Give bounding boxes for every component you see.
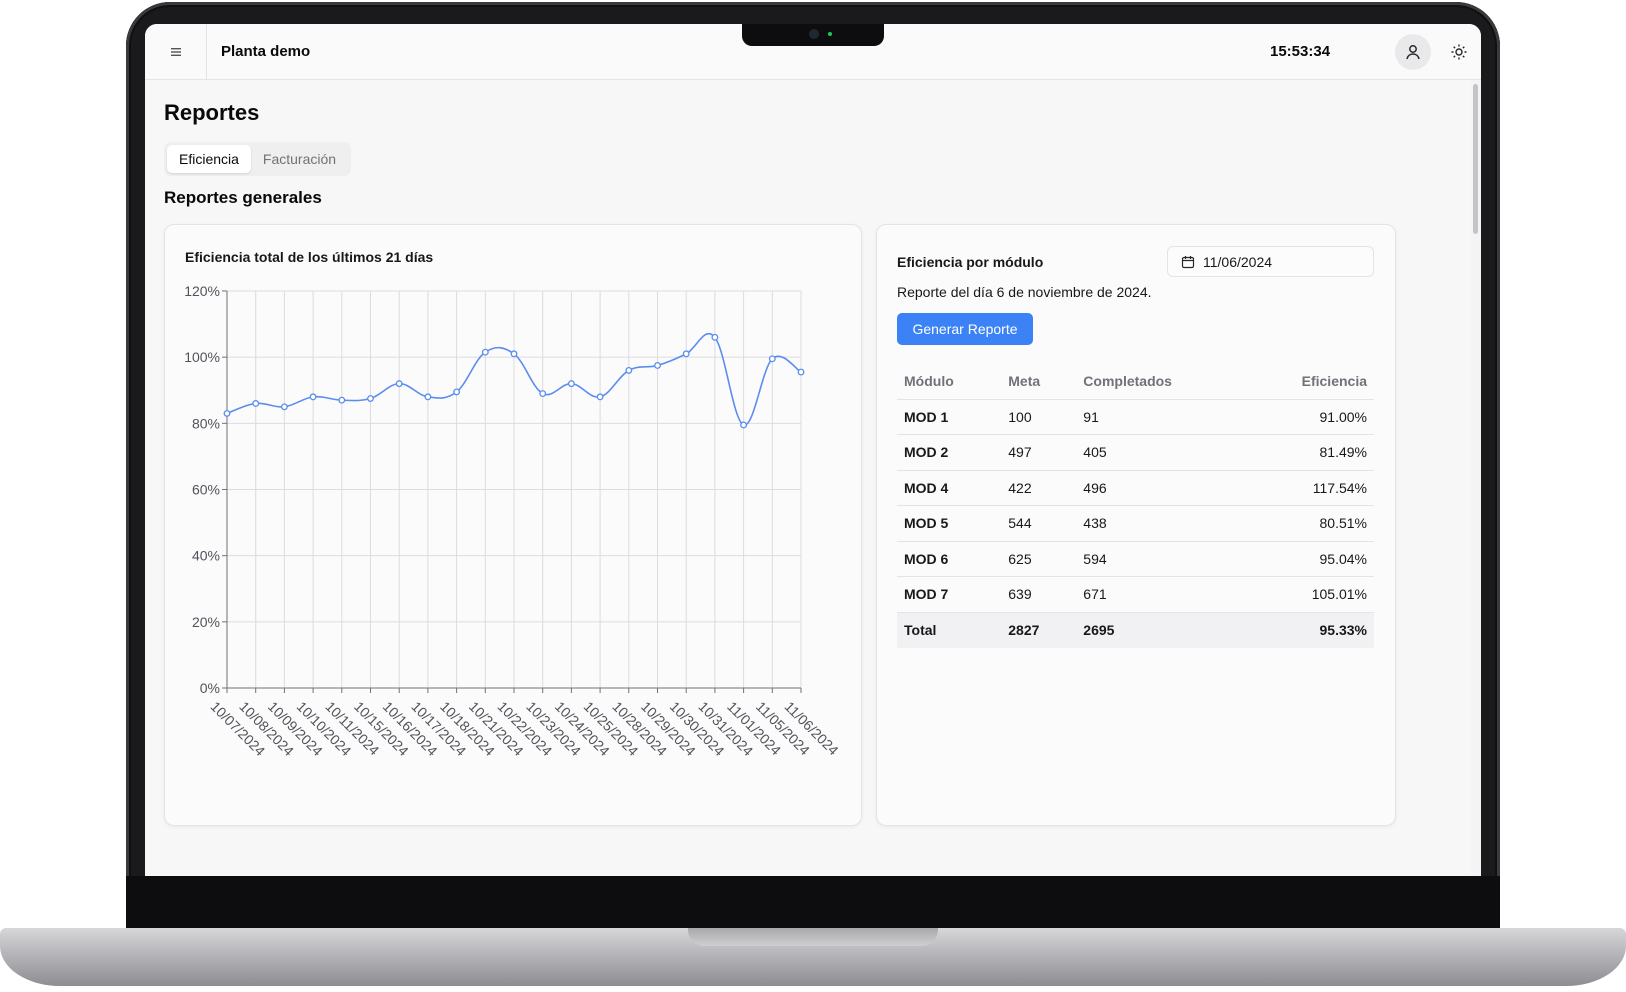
cell-eficiencia: 91.00% bbox=[1244, 399, 1374, 435]
cell-eficiencia: 95.04% bbox=[1244, 541, 1374, 577]
cell-module: MOD 4 bbox=[897, 470, 1002, 506]
column-header-module: Módulo bbox=[897, 363, 1002, 400]
cell-meta: 497 bbox=[1001, 434, 1077, 471]
report-description: Reporte del día 6 de noviembre de 2024. bbox=[897, 284, 1152, 300]
data-point bbox=[567, 380, 575, 388]
column-header-eficiencia: Eficiencia bbox=[1244, 363, 1374, 400]
table-row: MOD 2 497 405 81.49% bbox=[897, 434, 1374, 471]
cell-module: MOD 5 bbox=[897, 505, 1002, 542]
cell-total-completados: 2695 bbox=[1076, 612, 1245, 648]
data-point bbox=[510, 350, 518, 358]
page-title: Reportes bbox=[164, 100, 260, 125]
hamburger-icon bbox=[170, 48, 181, 56]
screen: Planta demo 15:53:34 Reportes Eficiencia… bbox=[145, 24, 1481, 876]
user-button[interactable] bbox=[1395, 34, 1431, 70]
cell-total-eficiencia: 95.33% bbox=[1244, 612, 1374, 648]
laptop-opening-notch bbox=[688, 928, 938, 946]
data-point bbox=[252, 400, 260, 407]
data-point bbox=[539, 390, 547, 398]
data-point bbox=[682, 350, 690, 358]
camera-notch bbox=[742, 24, 884, 46]
table-row: MOD 1 100 91 91.00% bbox=[897, 399, 1374, 435]
data-point bbox=[338, 396, 346, 404]
cell-meta: 625 bbox=[1001, 541, 1077, 577]
y-tick-label: 80% bbox=[192, 415, 220, 431]
calendar-icon bbox=[1181, 255, 1195, 268]
camera-icon bbox=[809, 29, 819, 39]
user-icon bbox=[1406, 45, 1420, 60]
y-tick-label: 100% bbox=[184, 349, 220, 365]
y-tick-label: 0% bbox=[200, 680, 220, 696]
data-point bbox=[395, 380, 403, 388]
cell-meta: 639 bbox=[1001, 576, 1077, 613]
tab-facturacion[interactable]: Facturación bbox=[251, 145, 348, 173]
data-point bbox=[625, 366, 633, 374]
module-card-title: Eficiencia por módulo bbox=[897, 254, 1044, 270]
data-point bbox=[309, 393, 317, 401]
table-row: MOD 7 639 671 105.01% bbox=[897, 576, 1374, 613]
cell-total-meta: 2827 bbox=[1001, 612, 1077, 648]
data-point bbox=[481, 348, 489, 356]
data-point bbox=[280, 403, 288, 411]
laptop-bottom-bezel bbox=[126, 876, 1500, 932]
page-scrollbar[interactable] bbox=[1471, 80, 1481, 876]
cell-meta: 544 bbox=[1001, 505, 1077, 542]
cell-completados: 671 bbox=[1076, 576, 1245, 613]
module-efficiency-card: Eficiencia por módulo 11/06/2024 Reporte… bbox=[876, 224, 1396, 826]
data-point bbox=[740, 421, 748, 429]
efficiency-chart-card: Eficiencia total de los últimos 21 días … bbox=[164, 224, 862, 826]
column-header-completados: Completados bbox=[1076, 363, 1245, 400]
data-point bbox=[367, 395, 374, 402]
app-title: Planta demo bbox=[221, 43, 311, 60]
menu-button[interactable] bbox=[145, 24, 207, 80]
cell-meta: 422 bbox=[1001, 470, 1077, 506]
cell-completados: 496 bbox=[1076, 470, 1245, 506]
data-point bbox=[711, 333, 719, 341]
y-tick-label: 20% bbox=[192, 614, 220, 630]
cell-module: MOD 6 bbox=[897, 541, 1002, 577]
data-point bbox=[424, 393, 432, 401]
scrollbar-thumb[interactable] bbox=[1473, 84, 1478, 234]
cell-total-label: Total bbox=[897, 612, 1002, 648]
section-title: Reportes generales bbox=[164, 188, 322, 207]
table-header-row: Módulo Meta Completados Eficiencia bbox=[897, 363, 1374, 400]
generate-report-button[interactable]: Generar Reporte bbox=[897, 313, 1033, 345]
column-header-meta: Meta bbox=[1001, 363, 1077, 400]
data-point bbox=[223, 409, 231, 417]
data-point bbox=[797, 368, 805, 376]
cell-eficiencia: 81.49% bbox=[1244, 434, 1374, 471]
table-total-row: Total 2827 2695 95.33% bbox=[897, 612, 1374, 648]
cell-module: MOD 2 bbox=[897, 434, 1002, 471]
table-row: MOD 6 625 594 95.04% bbox=[897, 541, 1374, 577]
cell-completados: 594 bbox=[1076, 541, 1245, 577]
date-value: 11/06/2024 bbox=[1203, 253, 1273, 270]
tab-eficiencia[interactable]: Eficiencia bbox=[167, 145, 251, 173]
y-tick-label: 40% bbox=[192, 548, 220, 564]
data-point bbox=[453, 388, 461, 396]
sun-icon bbox=[1451, 44, 1467, 60]
clock: 15:53:34 bbox=[1270, 43, 1331, 60]
cell-eficiencia: 117.54% bbox=[1244, 470, 1374, 506]
tab-list: Eficiencia Facturación bbox=[164, 142, 352, 176]
cell-eficiencia: 80.51% bbox=[1244, 505, 1374, 542]
cell-completados: 405 bbox=[1076, 434, 1245, 471]
cell-module: MOD 7 bbox=[897, 576, 1002, 613]
table-row: MOD 4 422 496 117.54% bbox=[897, 470, 1374, 506]
data-point bbox=[654, 361, 661, 369]
y-tick-label: 60% bbox=[192, 482, 220, 498]
efficiency-line-chart: 0%20%40%60%80%100%120%10/07/202410/08/20… bbox=[184, 283, 842, 759]
camera-led bbox=[828, 32, 832, 36]
cell-completados: 91 bbox=[1076, 399, 1245, 435]
data-point bbox=[768, 355, 776, 363]
data-point bbox=[596, 393, 604, 401]
theme-toggle-button[interactable] bbox=[1441, 34, 1477, 70]
cell-completados: 438 bbox=[1076, 505, 1245, 542]
cell-meta: 100 bbox=[1001, 399, 1077, 435]
table-row: MOD 5 544 438 80.51% bbox=[897, 505, 1374, 542]
module-efficiency-table: Módulo Meta Completados Eficiencia MOD 1… bbox=[897, 363, 1374, 648]
date-picker-button[interactable]: 11/06/2024 bbox=[1167, 246, 1374, 277]
y-tick-label: 120% bbox=[184, 283, 220, 299]
cell-module: MOD 1 bbox=[897, 399, 1002, 435]
cell-eficiencia: 105.01% bbox=[1244, 576, 1374, 613]
